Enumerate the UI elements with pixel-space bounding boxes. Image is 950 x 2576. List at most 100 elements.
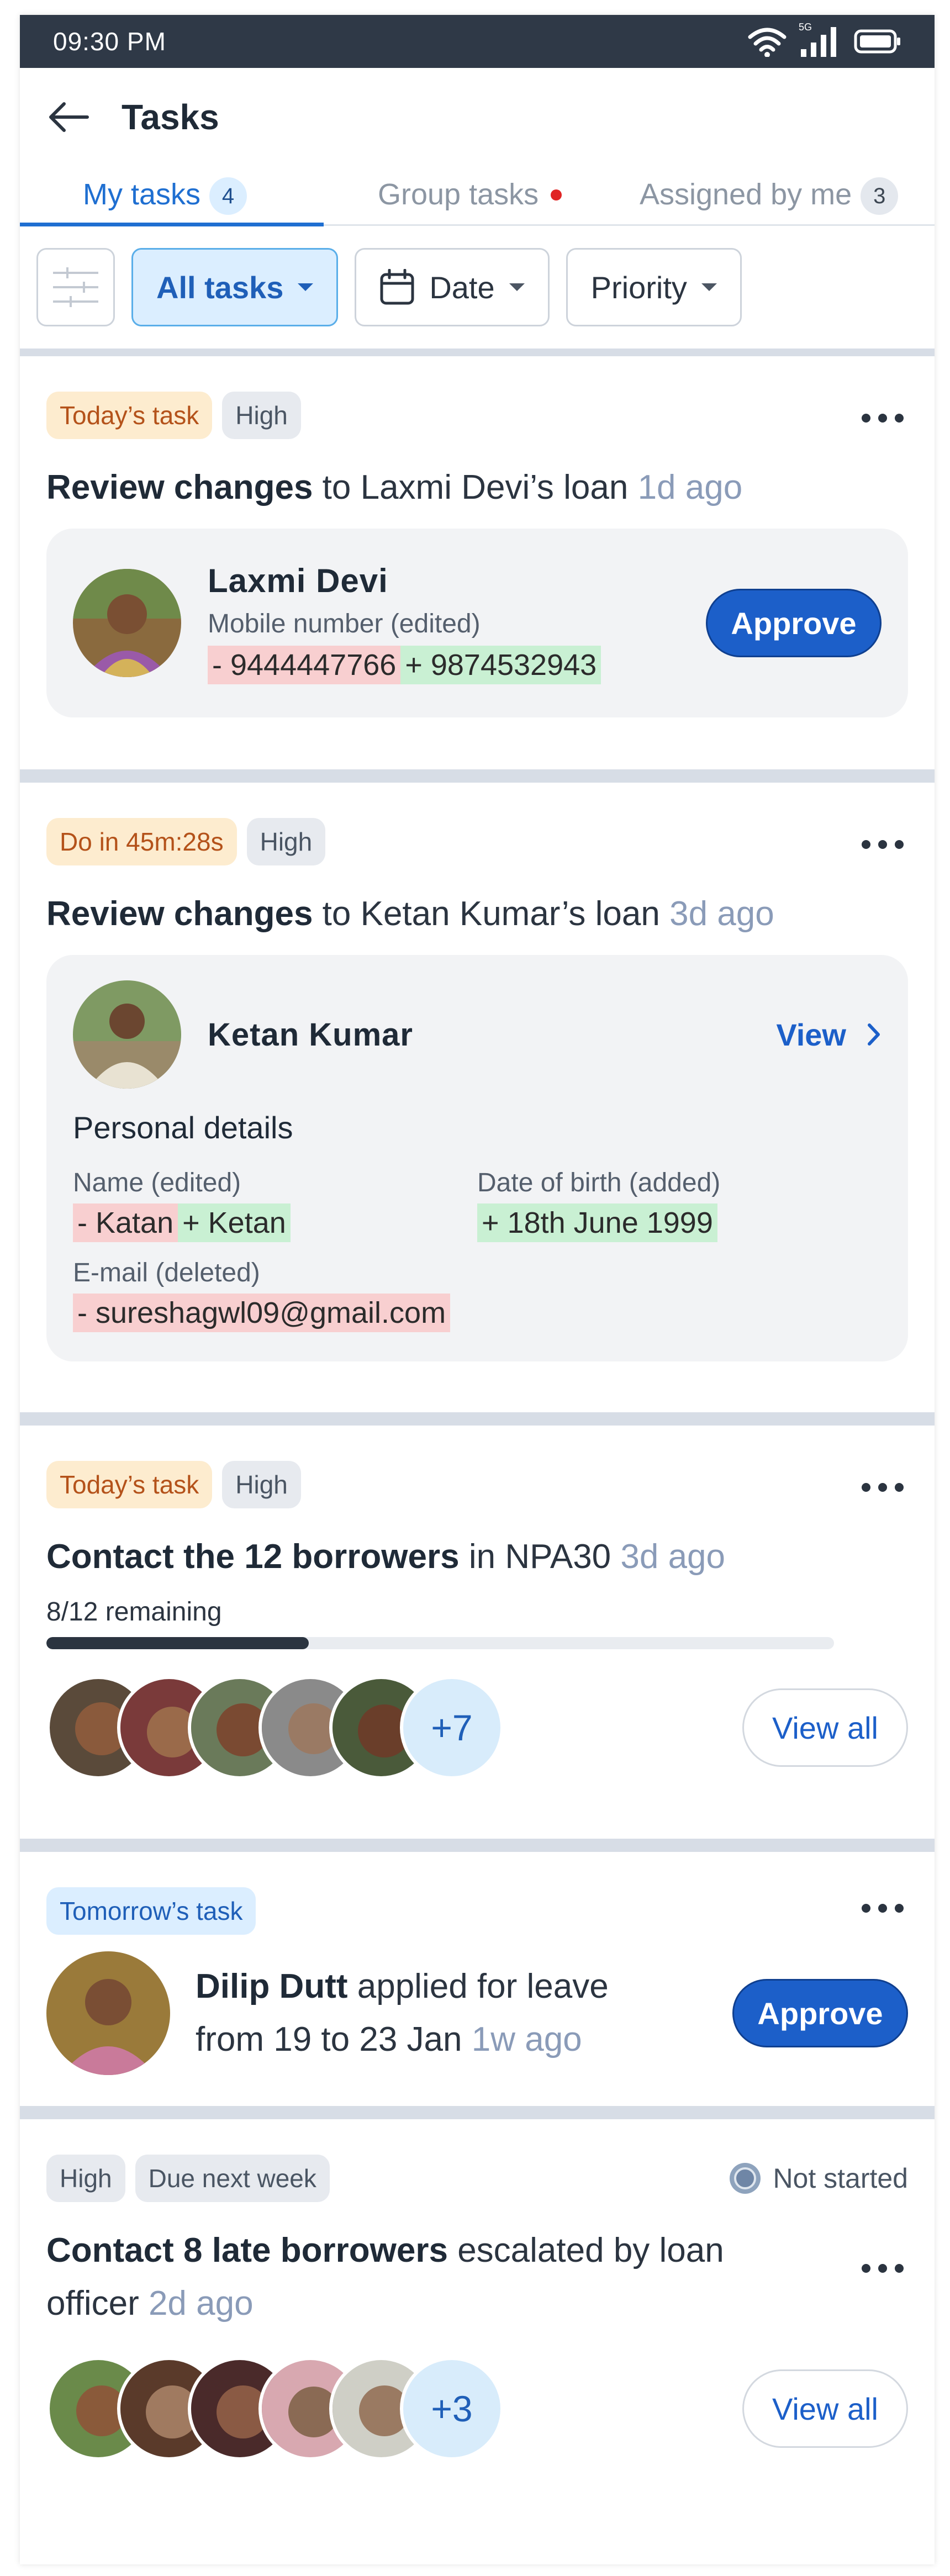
approve-button[interactable]: Approve [732,1979,908,2047]
calendar-icon [380,269,414,305]
more-options-button[interactable] [862,1476,904,1498]
field-diff: - 9444447766 + 9874532943 [208,646,601,685]
filter-priority-dropdown[interactable]: Priority [566,248,742,326]
tab-count-badge: 4 [209,177,247,215]
tab-label: Assigned by me [640,178,852,211]
change-summary: Laxmi Devi Mobile number (edited) - 9444… [46,529,908,718]
more-options-button[interactable] [862,407,904,429]
borrower-avatars[interactable]: +3 [46,2357,504,2461]
status-time: 09:30 PM [53,27,166,56]
view-label: View [776,1017,846,1052]
field-diff: + 18th June 1999 [477,1203,720,1243]
old-value: - sureshagwl09@gmail.com [73,1294,451,1333]
borrower-row: +3 View all [46,2357,908,2461]
task-card-late-borrowers[interactable]: High Due next week Not started Contact 8… [20,2119,935,2561]
field-label: Date of birth (added) [477,1168,721,1198]
more-avatars-count: +3 [400,2357,504,2461]
field-label: Mobile number (edited) [208,609,481,639]
chevron-right-icon [868,1023,880,1046]
filter-all-tasks-dropdown[interactable]: All tasks [131,248,339,326]
field-label: E-mail (deleted) [73,1258,260,1288]
avatar [73,569,181,678]
due-tag: Do in 45m:28s [46,818,237,865]
field-diff: - sureshagwl09@gmail.com [73,1294,882,1333]
arrow-left-icon [49,102,89,132]
task-time-ago: 3d ago [620,1538,726,1576]
task-time-ago: 2d ago [148,2284,254,2323]
person-name: Laxmi Devi [208,562,388,600]
view-all-button[interactable]: View all [742,2369,908,2448]
name-field: Name (edited) - Katan + Ketan [73,1168,477,1243]
progress-fill [46,1637,309,1650]
field-label: Name (edited) [73,1168,241,1198]
priority-tag: High [246,818,326,865]
notification-dot [551,189,562,200]
filter-bar: All tasks Date Priority [20,226,935,356]
due-tag: Tomorrow’s task [46,1887,256,1935]
change-summary: Ketan Kumar View Personal details Name (… [46,955,908,1362]
email-field: E-mail (deleted) - sureshagwl09@gmail.co… [73,1258,882,1333]
person-header: Ketan Kumar View [73,980,882,1089]
status-circle-icon [730,2163,761,2194]
leave-text: Dilip Dutt applied for leave from 19 to … [196,1960,609,2066]
tab-label: My tasks [83,178,201,211]
details-grid: Name (edited) - Katan + Ketan Date of bi… [73,1168,882,1243]
task-title-bold: Review changes [46,468,313,506]
task-tags: Today’s task High [46,1461,908,1508]
phone-screen: 09:30 PM 5G Tasks My tasks 4 Group tasks… [20,15,935,2564]
task-title-rest: to Laxmi Devi’s loan [313,468,638,506]
filter-date-dropdown[interactable]: Date [355,248,550,326]
avatar [73,980,181,1089]
task-card-ketan[interactable]: Do in 45m:28s High Review changes to Ket… [20,783,935,1426]
chevron-down-icon [509,283,525,291]
tab-assigned-by-me[interactable]: Assigned by me 3 [640,166,899,226]
task-tags: Today’s task High [46,392,908,439]
priority-tag: High [222,392,301,439]
status-icons: 5G [748,22,901,58]
active-tab-indicator [20,223,324,226]
avatar [46,1951,170,2075]
leave-line1: applied for leave [347,1967,609,2005]
task-card-contact-borrowers[interactable]: Today’s task High Contact the 12 borrowe… [20,1426,935,1852]
filter-label: Date [429,270,495,305]
signal-icon: 5G [799,22,842,58]
progress-text: 8/12 remaining [46,1597,222,1627]
field-diff: - Katan + Ketan [73,1203,477,1243]
priority-tag: High [222,1461,301,1508]
more-options-button[interactable] [862,833,904,856]
more-options-button[interactable] [862,2257,904,2279]
borrower-avatars[interactable]: +7 [46,1676,504,1780]
leave-row: Dilip Dutt applied for leave from 19 to … [46,1951,908,2075]
filter-settings-button[interactable] [36,248,115,326]
new-value: + 18th June 1999 [477,1203,717,1243]
progress-bar [46,1637,834,1650]
sliders-icon [53,267,98,307]
more-options-button[interactable] [862,1897,904,1919]
task-card-leave[interactable]: Tomorrow’s task Dilip Dutt applied for l… [20,1852,935,2119]
due-tag: Today’s task [46,392,213,439]
old-value: - Katan [73,1203,178,1243]
new-value: + 9874532943 [400,646,601,685]
task-card-laxmi[interactable]: Today’s task High Review changes to Laxm… [20,356,935,783]
battery-icon [854,29,900,54]
view-details-link[interactable]: View [776,1017,882,1053]
priority-tag: High [46,2155,125,2202]
view-all-button[interactable]: View all [742,1688,908,1767]
task-tags: Tomorrow’s task [46,1887,908,1935]
due-tag: Due next week [135,2155,330,2202]
task-title: Review changes to Laxmi Devi’s loan 1d a… [46,461,908,514]
chevron-down-icon [298,283,314,291]
tab-group-tasks[interactable]: Group tasks [378,166,562,226]
tab-my-tasks[interactable]: My tasks 4 [83,166,247,226]
task-title: Review changes to Ketan Kumar’s loan 3d … [46,888,908,941]
tab-bar: My tasks 4 Group tasks Assigned by me 3 [20,166,935,226]
approve-button[interactable]: Approve [706,589,882,658]
leave-line2: from 19 to 23 Jan [196,2020,472,2058]
borrower-row: +7 View all [46,1676,908,1780]
task-tags-row: High Due next week Not started [46,2155,908,2202]
filter-label: Priority [590,270,687,305]
chevron-down-icon [701,283,717,291]
dob-field: Date of birth (added) + 18th June 1999 [477,1168,721,1243]
back-button[interactable] [48,96,89,138]
more-avatars-count: +7 [400,1676,504,1780]
